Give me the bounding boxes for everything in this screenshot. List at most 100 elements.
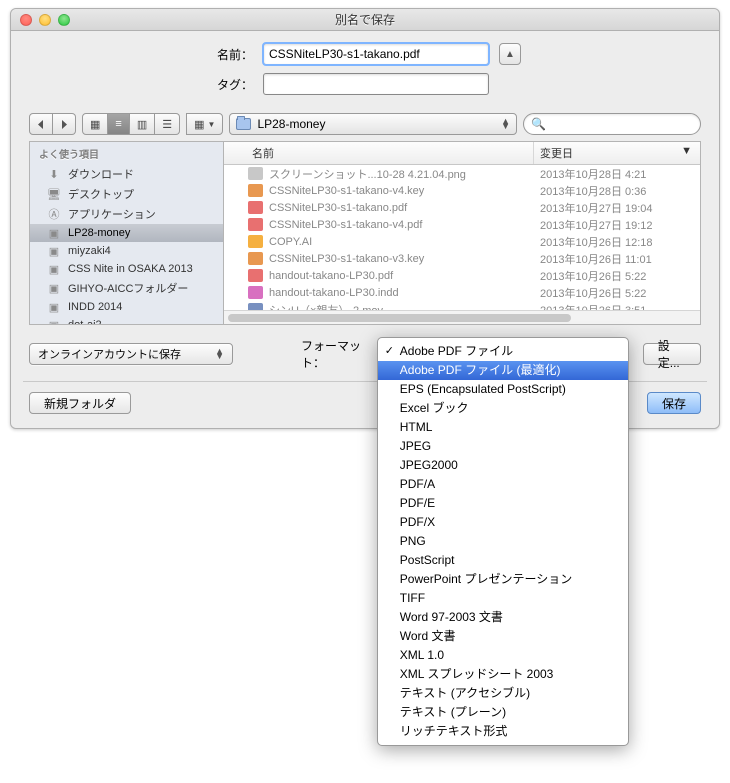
format-menu-item[interactable]: テキスト (プレーン) bbox=[378, 703, 628, 722]
tag-input[interactable] bbox=[263, 73, 489, 95]
file-name: handout-takano-LP30.indd bbox=[269, 287, 399, 299]
format-menu-item[interactable]: PDF/X bbox=[378, 513, 628, 532]
file-name: スクリーンショット...10-28 4.21.04.png bbox=[269, 166, 466, 182]
tag-label: タグ： bbox=[29, 76, 263, 93]
file-row[interactable]: スクリーンショット...10-28 4.21.04.png 2013年10月28日… bbox=[224, 165, 700, 182]
download-icon: ⬇ bbox=[46, 167, 62, 181]
forward-button[interactable] bbox=[53, 113, 76, 135]
file-list[interactable]: スクリーンショット...10-28 4.21.04.png 2013年10月28日… bbox=[224, 165, 700, 310]
file-date: 2013年10月28日 0:36 bbox=[534, 183, 700, 199]
file-type-icon bbox=[248, 269, 263, 282]
sidebar-item[interactable]: ▣ miyzaki4 bbox=[30, 242, 223, 260]
file-name: COPY.AI bbox=[269, 236, 312, 248]
sidebar-item-label: INDD 2014 bbox=[68, 301, 122, 313]
format-menu-item[interactable]: リッチテキスト形式 bbox=[378, 722, 628, 741]
sidebar-item[interactable]: ▣LP28-money bbox=[30, 224, 223, 242]
format-menu-item[interactable]: JPEG bbox=[378, 437, 628, 456]
sidebar-item[interactable]: ⬇ ダウンロード bbox=[30, 164, 223, 184]
file-row[interactable]: CSSNiteLP30-s1-takano-v4.key 2013年10月28日 … bbox=[224, 182, 700, 199]
file-browser: よく使う項目 ⬇ ダウンロード 🖥デスクトップⒶアプリケーション▣LP28-mone… bbox=[29, 141, 701, 325]
format-popup[interactable]: Adobe PDF ファイルAdobe PDF ファイル (最適化)EPS (E… bbox=[383, 343, 619, 365]
sidebar-item[interactable]: ▣dot-ai2 bbox=[30, 316, 223, 324]
format-menu-item[interactable]: TIFF bbox=[378, 589, 628, 608]
file-row[interactable]: CSSNiteLP30-s1-takano-v3.key2013年10月26日 … bbox=[224, 250, 700, 267]
format-menu-item[interactable]: JPEG2000 bbox=[378, 456, 628, 475]
folder-icon: ▣ bbox=[46, 262, 62, 276]
settings-button[interactable]: 設定... bbox=[643, 343, 701, 365]
location-popup[interactable]: LP28-money ▲▼ bbox=[229, 113, 517, 135]
file-type-icon bbox=[248, 184, 263, 197]
view-mode-group: ▦ ≡ ▥ ☰ bbox=[82, 113, 180, 135]
location-name: LP28-money bbox=[257, 117, 495, 131]
file-row[interactable]: CSSNiteLP30-s1-takano-v4.pdf2013年10月27日 … bbox=[224, 216, 700, 233]
file-type-icon bbox=[248, 252, 263, 265]
new-folder-button[interactable]: 新規フォルダ bbox=[29, 392, 131, 414]
search-field[interactable]: 🔍 bbox=[523, 113, 701, 135]
back-button[interactable] bbox=[29, 113, 53, 135]
format-menu-item[interactable]: XML スプレッドシート 2003 bbox=[378, 665, 628, 684]
format-menu-item[interactable]: XML 1.0 bbox=[378, 646, 628, 665]
folder-icon: ▣ bbox=[46, 281, 62, 295]
column-modified[interactable]: 変更日▼ bbox=[534, 142, 700, 164]
file-type-icon bbox=[248, 201, 263, 214]
folder-icon bbox=[236, 118, 251, 130]
file-date: 2013年10月27日 19:12 bbox=[534, 217, 700, 233]
sidebar-item[interactable]: 🖥デスクトップ bbox=[30, 184, 223, 204]
file-type-icon bbox=[248, 286, 263, 299]
collapse-toggle-button[interactable]: ▲ bbox=[499, 43, 521, 65]
sidebar: よく使う項目 ⬇ ダウンロード 🖥デスクトップⒶアプリケーション▣LP28-mone… bbox=[30, 142, 224, 324]
browser-toolbar: ▦ ≡ ▥ ☰ ▦ ▼ LP28-money ▲▼ 🔍 bbox=[29, 103, 701, 141]
column-view-button[interactable]: ▥ bbox=[130, 113, 155, 135]
format-menu-item[interactable]: Adobe PDF ファイル (最適化) bbox=[378, 361, 628, 380]
sidebar-item-label: miyzaki4 bbox=[68, 245, 111, 257]
file-date: 2013年10月26日 5:22 bbox=[534, 285, 700, 301]
format-menu[interactable]: Adobe PDF ファイルAdobe PDF ファイル (最適化)EPS (E… bbox=[377, 337, 629, 746]
format-menu-item[interactable]: Word 文書 bbox=[378, 627, 628, 646]
file-type-icon bbox=[248, 218, 263, 231]
file-row[interactable]: シンU（×親友）-2.mov2013年10月26日 3:51 bbox=[224, 301, 700, 310]
format-menu-item[interactable]: HTML bbox=[378, 418, 628, 437]
format-menu-item[interactable]: Word 97-2003 文書 bbox=[378, 608, 628, 627]
arrange-button[interactable]: ▦ ▼ bbox=[186, 113, 223, 135]
file-row[interactable]: handout-takano-LP30.pdf2013年10月26日 5:22 bbox=[224, 267, 700, 284]
file-list-area: 名前 変更日▼ スクリーンショット...10-28 4.21.04.png 201… bbox=[224, 142, 700, 324]
format-menu-item[interactable]: PDF/A bbox=[378, 475, 628, 494]
online-account-popup[interactable]: オンラインアカウントに保存 ▲▼ bbox=[29, 343, 233, 365]
file-type-icon bbox=[248, 303, 263, 310]
format-menu-item[interactable]: PowerPoint プレゼンテーション bbox=[378, 570, 628, 589]
file-row[interactable]: handout-takano-LP30.indd 2013年10月26日 5:22 bbox=[224, 284, 700, 301]
sidebar-section-header: よく使う項目 bbox=[30, 142, 223, 164]
sidebar-item[interactable]: ▣CSS Nite in OSAKA 2013 bbox=[30, 260, 223, 278]
search-input[interactable] bbox=[550, 118, 693, 130]
file-name: CSSNiteLP30-s1-takano-v4.key bbox=[269, 185, 424, 197]
search-icon: 🔍 bbox=[531, 117, 546, 131]
format-menu-item[interactable]: EPS (Encapsulated PostScript) bbox=[378, 380, 628, 399]
coverflow-view-button[interactable]: ☰ bbox=[155, 113, 180, 135]
filename-input[interactable] bbox=[263, 43, 489, 65]
titlebar[interactable]: 別名で保存 bbox=[11, 9, 719, 31]
sidebar-item[interactable]: ▣GIHYO-AICCフォルダー bbox=[30, 278, 223, 298]
format-menu-item[interactable]: テキスト (アクセシブル) bbox=[378, 684, 628, 703]
folder-icon: ▣ bbox=[46, 300, 62, 314]
sidebar-item-label: ダウンロード bbox=[68, 166, 134, 182]
list-view-button[interactable]: ≡ bbox=[108, 113, 129, 135]
sidebar-item-label: デスクトップ bbox=[68, 186, 134, 202]
folder-icon: ▣ bbox=[46, 244, 62, 258]
format-menu-item[interactable]: PDF/E bbox=[378, 494, 628, 513]
sidebar-item[interactable]: Ⓐアプリケーション bbox=[30, 204, 223, 224]
file-row[interactable]: COPY.AI2013年10月26日 12:18 bbox=[224, 233, 700, 250]
sidebar-item[interactable]: ▣ INDD 2014 bbox=[30, 298, 223, 316]
format-menu-item[interactable]: PostScript bbox=[378, 551, 628, 570]
file-row[interactable]: CSSNiteLP30-s1-takano.pdf2013年10月27日 19:… bbox=[224, 199, 700, 216]
file-type-icon bbox=[248, 235, 263, 248]
horizontal-scrollbar[interactable] bbox=[224, 310, 700, 324]
format-menu-item[interactable]: PNG bbox=[378, 532, 628, 551]
icon-view-button[interactable]: ▦ bbox=[82, 113, 108, 135]
file-list-header: 名前 変更日▼ bbox=[224, 142, 700, 165]
file-date: 2013年10月28日 4:21 bbox=[534, 166, 700, 182]
format-menu-item[interactable]: Excel ブック bbox=[378, 399, 628, 418]
format-menu-item[interactable]: Adobe PDF ファイル bbox=[378, 342, 628, 361]
save-button[interactable]: 保存 bbox=[647, 392, 701, 414]
sidebar-item-label: dot-ai2 bbox=[68, 319, 102, 324]
column-name[interactable]: 名前 bbox=[224, 142, 534, 164]
